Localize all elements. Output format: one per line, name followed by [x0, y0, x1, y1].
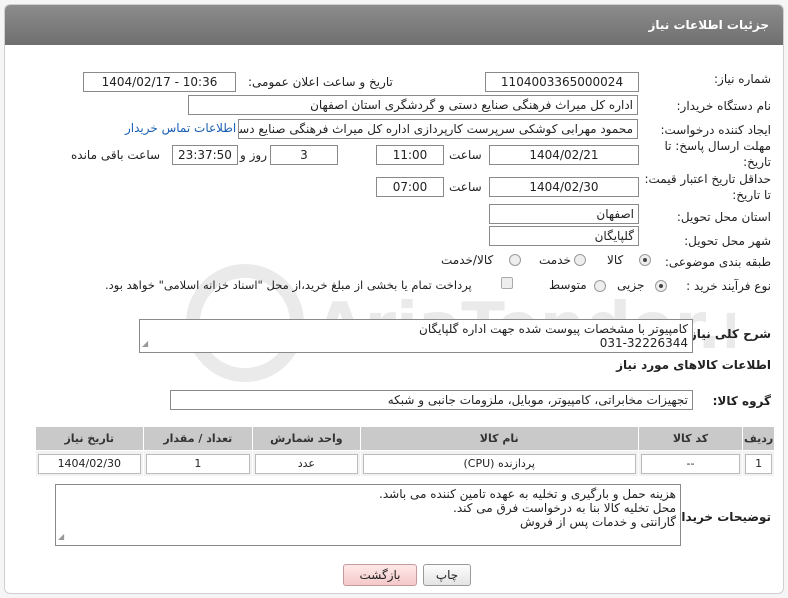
remaining-days-field: 3 — [270, 145, 338, 165]
category-both-label: کالا/خدمت — [441, 253, 494, 267]
buyer-org-label: نام دستگاه خریدار: — [676, 99, 772, 113]
cell-qty: 1 — [142, 450, 254, 477]
page-title: جزئیات اطلاعات نیاز — [648, 18, 769, 32]
goods-table: ردیف کد کالا نام کالا واحد شمارش تعداد /… — [35, 426, 775, 477]
buyer-org-field: اداره کل میراث فرهنگی صنایع دستی و گردشگ… — [188, 95, 638, 115]
announce-label: تاریخ و ساعت اعلان عمومی: — [248, 75, 393, 89]
col-unit-header: واحد شمارش — [252, 426, 361, 451]
need-number-field: 1104003365000024 — [485, 72, 639, 92]
buyer-note-line-3: گارانتی و خدمات پس از فروش — [520, 515, 676, 529]
cell-code: -- — [637, 450, 744, 477]
price-validity-label-1: حداقل تاریخ اعتبار قیمت: — [644, 172, 771, 186]
col-date-header: تاریخ نیاز — [35, 426, 144, 451]
reply-time-label: ساعت — [449, 148, 482, 162]
description-textarea: کامپیوتر با مشخصات پیوست شده جهت اداره گ… — [139, 319, 693, 353]
print-button[interactable]: چاپ — [423, 564, 471, 586]
requester-label: ایجاد کننده درخواست: — [660, 123, 771, 137]
col-qty-header: تعداد / مقدار — [142, 426, 254, 451]
city-field: گلپایگان — [489, 226, 639, 246]
col-name-header: نام کالا — [359, 426, 639, 451]
requester-field: محمود مهرابی کوشکی سرپرست کارپردازی ادار… — [238, 119, 638, 139]
description-label: شرح کلی نیاز: — [685, 327, 771, 341]
purchase-medium-label: متوسط — [549, 278, 587, 292]
goods-group-field: تجهیزات مخابراتی، کامپیوتر، موبایل، ملزو… — [170, 390, 693, 410]
purchase-type-label: نوع فرآیند خرید : — [686, 279, 771, 293]
table-header-row: ردیف کد کالا نام کالا واحد شمارش تعداد /… — [35, 426, 775, 451]
goods-group-label: گروه کالا: — [712, 394, 771, 408]
reply-deadline-label-1: مهلت ارسال پاسخ: تا — [664, 139, 771, 153]
remaining-label: ساعت باقی مانده — [71, 148, 161, 162]
reply-deadline-label-2: تاریخ: — [743, 155, 771, 169]
treasury-bonds-note: پرداخت تمام یا بخشی از مبلغ خرید،از محل … — [105, 278, 472, 292]
cell-unit: عدد — [252, 450, 361, 477]
price-validity-date-field: 1404/02/30 — [489, 177, 639, 197]
purchase-partial-label: جزیی — [617, 278, 645, 292]
buyer-note-line-1: هزینه حمل و بارگیری و تخلیه به عهده تامی… — [379, 487, 676, 501]
category-goods-label: کالا — [607, 253, 624, 267]
price-validity-time-field: 07:00 — [376, 177, 444, 197]
price-validity-time-label: ساعت — [449, 180, 482, 194]
description-line-2: 031-32226344 — [599, 336, 688, 350]
purchase-medium-radio[interactable] — [594, 280, 606, 292]
purchase-partial-radio[interactable] — [655, 280, 667, 292]
back-button[interactable]: بازگشت — [343, 564, 417, 586]
window-frame: جزئیات اطلاعات نیاز AriaTender.neT شماره… — [4, 4, 784, 594]
cell-date: 1404/02/30 — [35, 450, 144, 477]
col-code-header: کد کالا — [637, 426, 744, 451]
buyer-notes-label: توضیحات خریدار: — [669, 510, 771, 524]
treasury-bonds-checkbox[interactable] — [501, 277, 513, 289]
category-service-radio[interactable] — [574, 254, 586, 266]
buyer-notes-textarea: هزینه حمل و بارگیری و تخلیه به عهده تامی… — [55, 484, 681, 546]
buyer-note-line-2: محل تخلیه کالا بنا به درخواست فرق می کند… — [453, 501, 676, 515]
city-label: شهر محل تحویل: — [684, 234, 771, 248]
category-goods-radio[interactable] — [639, 254, 651, 266]
need-number-label: شماره نیاز: — [714, 72, 771, 86]
remaining-time-field: 23:37:50 — [172, 145, 238, 165]
reply-time-field: 11:00 — [376, 145, 444, 165]
province-label: استان محل تحویل: — [676, 210, 771, 224]
page-header: جزئیات اطلاعات نیاز — [5, 5, 783, 45]
province-field: اصفهان — [489, 204, 639, 224]
resize-grip-icon: ◢ — [142, 339, 149, 348]
table-row: 1 -- پردازنده (CPU) عدد 1 1404/02/30 — [35, 450, 775, 477]
resize-grip-icon: ◢ — [58, 532, 65, 541]
col-row-header: ردیف — [742, 426, 775, 451]
buyer-contact-link[interactable]: اطلاعات تماس خریدار — [125, 121, 236, 135]
description-line-1: کامپیوتر با مشخصات پیوست شده جهت اداره گ… — [419, 322, 688, 336]
goods-section-title: اطلاعات کالاهای مورد نیاز — [616, 358, 771, 372]
days-label: روز و — [240, 148, 267, 162]
cell-name: پردازنده (CPU) — [359, 450, 639, 477]
reply-date-field: 1404/02/21 — [489, 145, 639, 165]
category-label: طبقه بندی موضوعی: — [664, 255, 771, 269]
category-both-radio[interactable] — [509, 254, 521, 266]
category-service-label: خدمت — [539, 253, 571, 267]
cell-row: 1 — [742, 450, 775, 477]
announce-field: 1404/02/17 - 10:36 — [83, 72, 236, 92]
price-validity-label-2: تا تاریخ: — [732, 188, 771, 202]
